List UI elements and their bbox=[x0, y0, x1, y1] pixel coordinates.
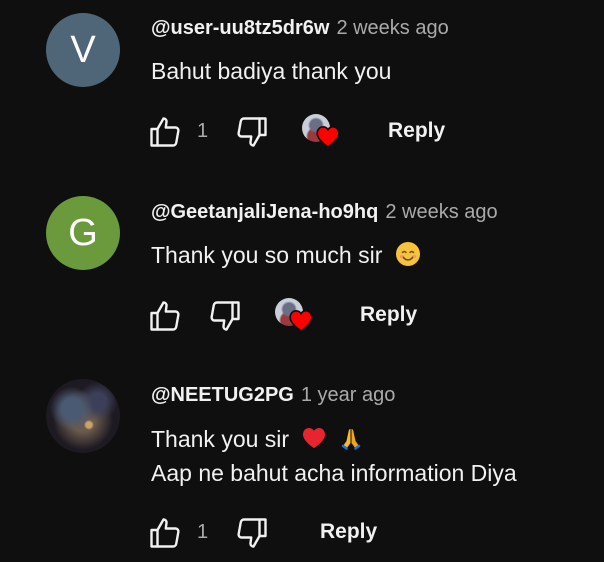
comment-line: Bahut badiya thank you bbox=[151, 58, 392, 84]
comment-header: @GeetanjaliJena-ho9hq 2 weeks ago bbox=[151, 201, 498, 227]
comment-text: Bahut badiya thank you bbox=[151, 54, 391, 88]
comment-line-2: Aap ne bahut acha information Diya bbox=[151, 456, 517, 490]
red-heart-emoji bbox=[303, 428, 326, 448]
like-button[interactable] bbox=[147, 112, 183, 152]
smiling-face-emoji bbox=[395, 242, 420, 266]
comment-actions: 1 Reply bbox=[147, 112, 467, 152]
thumbs-down-icon bbox=[237, 518, 267, 548]
thumbs-up-icon bbox=[150, 117, 180, 147]
thumbs-up-icon bbox=[150, 518, 180, 548]
reply-button[interactable]: Reply bbox=[360, 303, 417, 327]
comment-timestamp[interactable]: 1 year ago bbox=[301, 384, 396, 407]
comment-actions: Reply bbox=[147, 296, 467, 336]
reply-button[interactable]: Reply bbox=[320, 520, 377, 544]
heart-icon bbox=[289, 309, 313, 332]
dislike-button[interactable] bbox=[234, 513, 270, 553]
dislike-button[interactable] bbox=[234, 112, 270, 152]
avatar[interactable]: V bbox=[46, 13, 120, 87]
comment-header: @NEETUG2PG 1 year ago bbox=[151, 384, 395, 410]
comment-line: Aap ne bahut acha information Diya bbox=[151, 460, 517, 486]
comment-actions: 1 Reply bbox=[147, 513, 467, 553]
comment-timestamp[interactable]: 2 weeks ago bbox=[336, 17, 448, 40]
thumbs-down-icon bbox=[237, 117, 267, 147]
comment-header: @user-uu8tz5dr6w 2 weeks ago bbox=[151, 17, 449, 43]
like-count: 1 bbox=[197, 120, 209, 142]
comment-timestamp[interactable]: 2 weeks ago bbox=[385, 201, 497, 224]
like-button[interactable] bbox=[147, 513, 183, 553]
dislike-button[interactable] bbox=[207, 296, 243, 336]
comment-line: Thank you so much sir bbox=[151, 242, 383, 268]
author-handle[interactable]: @GeetanjaliJena-ho9hq bbox=[151, 201, 378, 224]
avatar-letter: V bbox=[70, 28, 96, 71]
reply-button[interactable]: Reply bbox=[388, 119, 445, 143]
heart-icon bbox=[316, 125, 340, 148]
comment-line-1: Thank you sir bbox=[151, 422, 517, 456]
thumbs-down-icon bbox=[210, 301, 240, 331]
author-handle[interactable]: @NEETUG2PG bbox=[151, 384, 294, 407]
avatar-letter: G bbox=[68, 211, 98, 254]
avatar[interactable]: G bbox=[46, 196, 120, 270]
thumbs-up-icon bbox=[150, 301, 180, 331]
like-button[interactable] bbox=[147, 296, 183, 336]
avatar[interactable] bbox=[46, 379, 120, 453]
author-handle[interactable]: @user-uu8tz5dr6w bbox=[151, 17, 329, 40]
like-count: 1 bbox=[197, 521, 209, 543]
comment-line: Thank you sir bbox=[151, 426, 290, 452]
comment-text: Thank you sir Aap ne bahut acha informat… bbox=[151, 422, 517, 490]
comment-text: Thank you so much sir bbox=[151, 238, 421, 272]
creator-heart-badge bbox=[302, 114, 346, 154]
folded-hands-emoji bbox=[341, 429, 361, 450]
creator-heart-badge bbox=[275, 298, 319, 338]
